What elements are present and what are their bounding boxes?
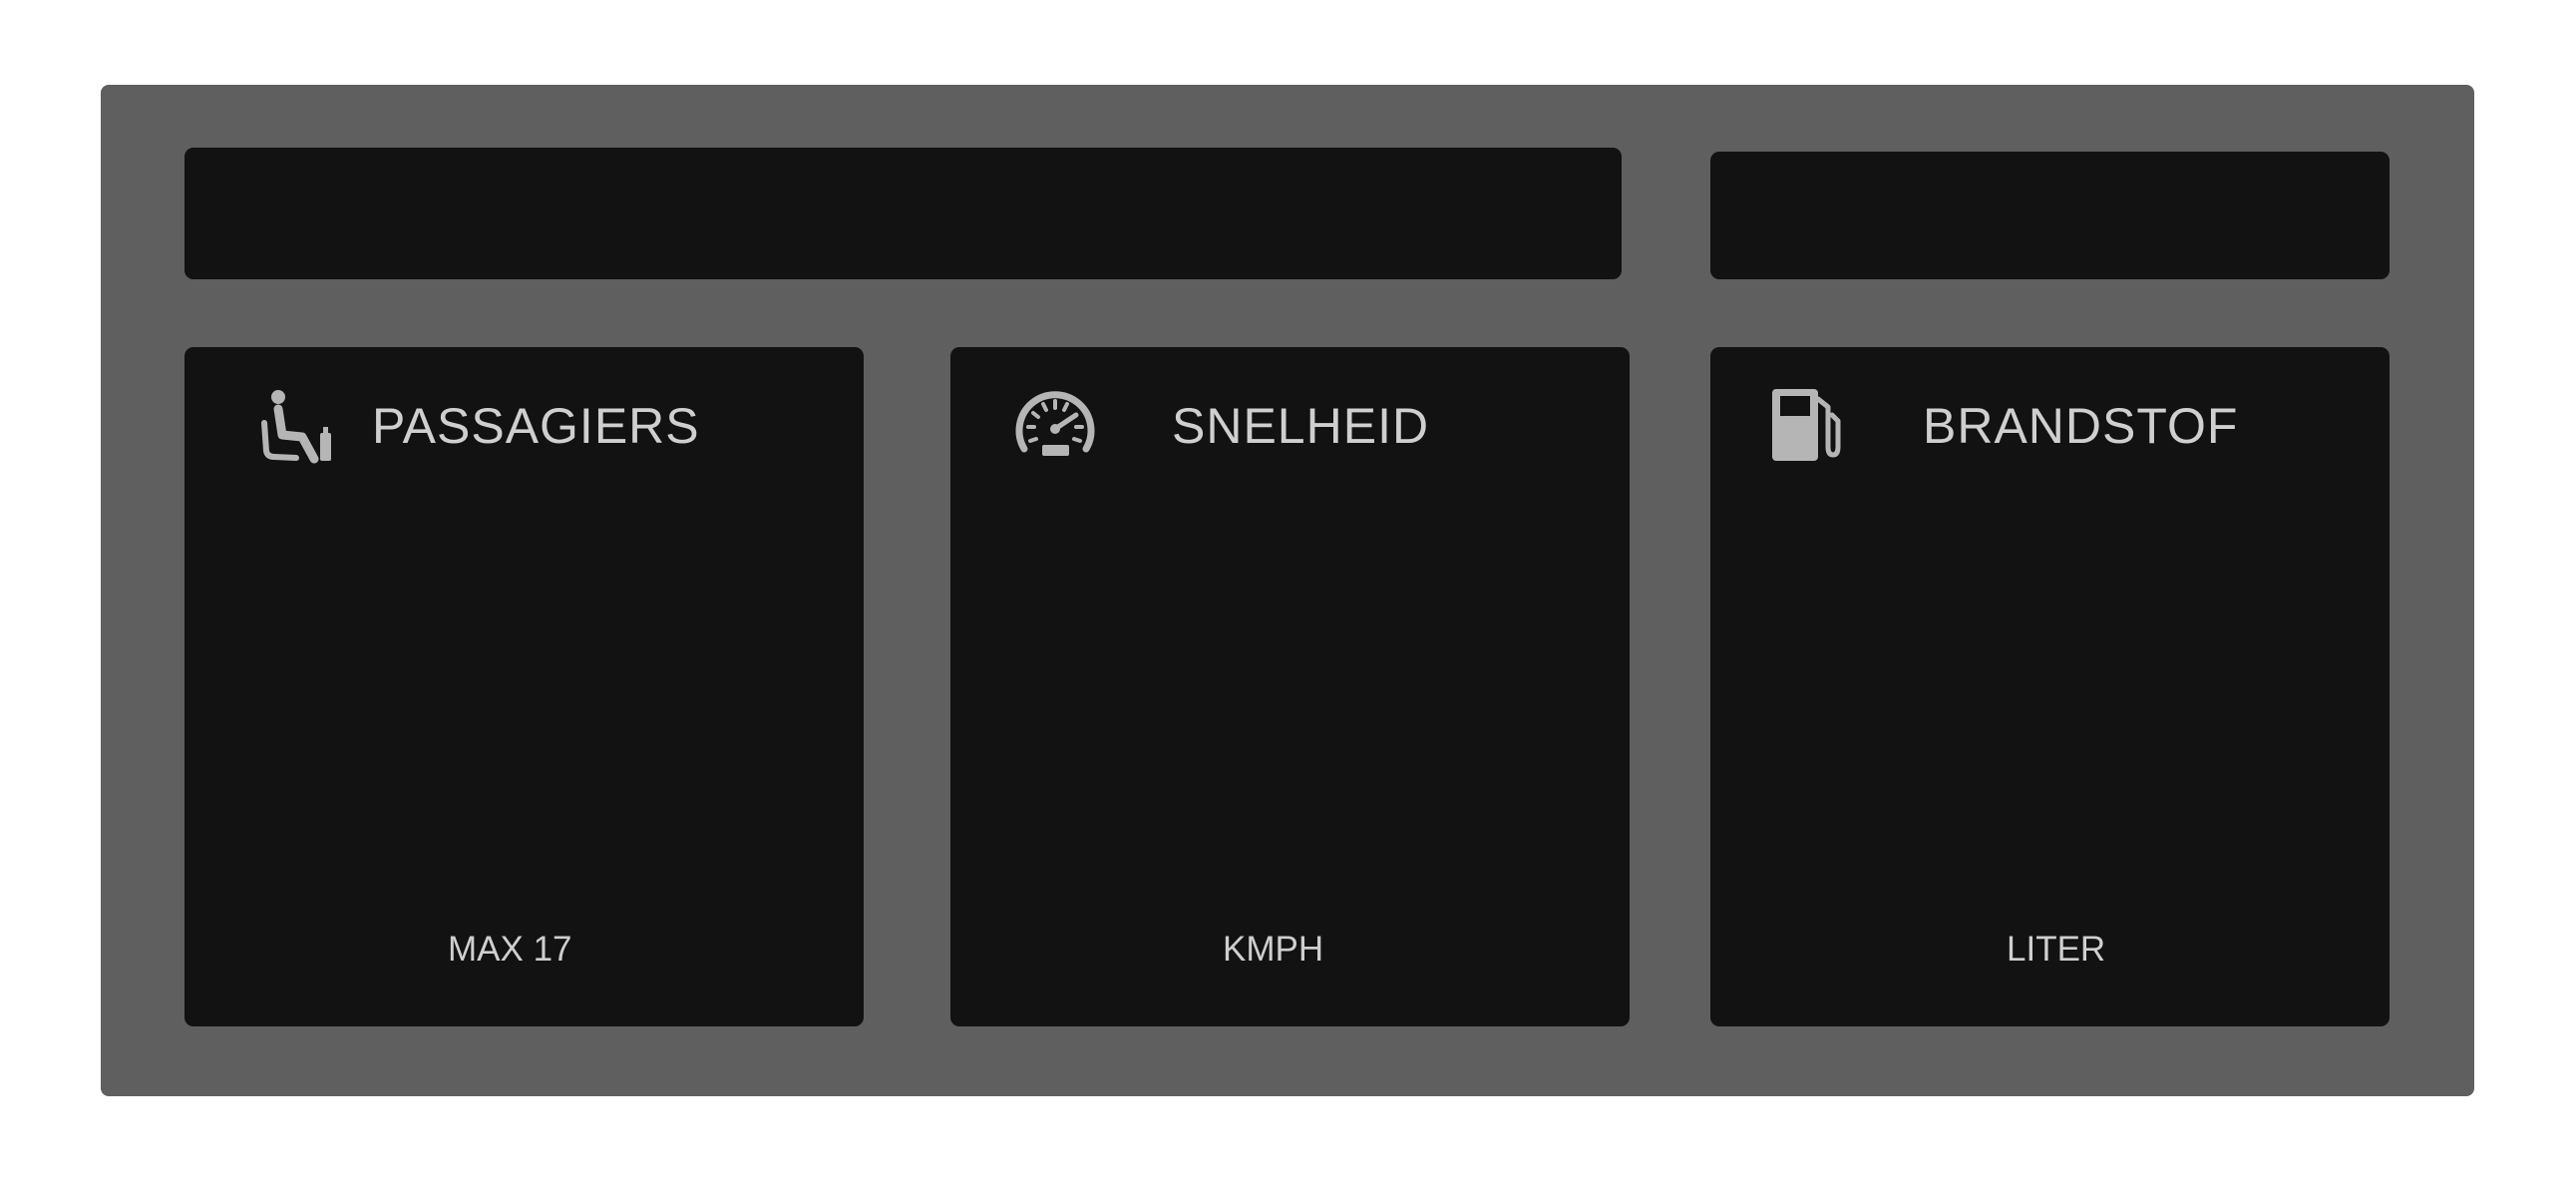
passengers-unit: MAX 17 — [448, 930, 572, 969]
fuel-unit: LITER — [2007, 930, 2106, 969]
passengers-card: PASSAGIERS MAX 17 — [184, 347, 864, 1026]
speedometer-icon — [1010, 385, 1100, 465]
top-right-display — [1710, 152, 2390, 279]
seat-icon — [256, 385, 346, 465]
fuel-title: BRANDSTOF — [1923, 398, 2239, 454]
dashboard-frame: PASSAGIERS MAX 17 SNELHEID KMPH BRANDSTO… — [101, 85, 2474, 1096]
top-left-display — [184, 148, 1622, 279]
speed-card: SNELHEID KMPH — [950, 347, 1630, 1026]
passengers-title: PASSAGIERS — [372, 398, 700, 454]
fuel-pump-icon — [1768, 385, 1858, 465]
speed-title: SNELHEID — [1172, 398, 1430, 454]
speed-unit: KMPH — [1223, 930, 1324, 969]
fuel-card: BRANDSTOF LITER — [1710, 347, 2390, 1026]
